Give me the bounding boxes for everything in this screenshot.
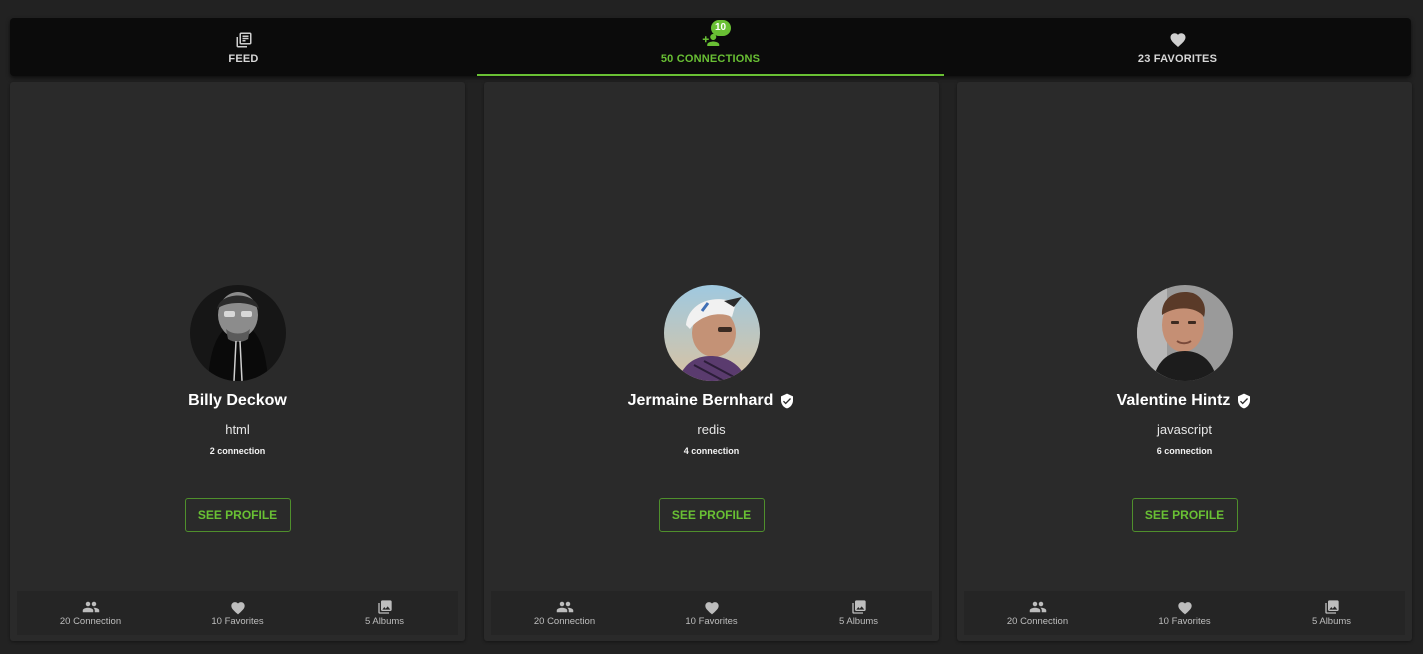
stat-favorites[interactable]: 10 Favorites	[638, 591, 785, 635]
tab-favorites-label: 23 FAVORITES	[1137, 52, 1218, 65]
see-profile-button[interactable]: SEE PROFILE	[658, 498, 765, 532]
stat-label: 20 Connection	[1006, 616, 1069, 627]
connection-card: Billy Deckow html 2 connection SEE PROFI…	[10, 82, 465, 641]
people-icon	[1029, 599, 1047, 615]
connections-icon: 10	[701, 19, 731, 50]
people-icon	[556, 599, 574, 615]
verified-icon	[779, 393, 795, 409]
stat-label: 20 Connection	[59, 616, 122, 627]
tab-feed-label: FEED	[228, 52, 259, 65]
heart-icon	[1168, 30, 1188, 50]
user-connection-count: 4 connection	[683, 446, 740, 456]
user-name: Jermaine Bernhard	[627, 392, 774, 409]
albums-icon	[850, 599, 868, 615]
tab-bar: FEED 10 50 CONNECTIONS 23 FAVORITES	[10, 18, 1411, 76]
stat-albums[interactable]: 5 Albums	[1258, 591, 1405, 635]
stat-label: 20 Connection	[533, 616, 596, 627]
connections-grid: Billy Deckow html 2 connection SEE PROFI…	[10, 82, 1413, 642]
verified-icon	[1236, 393, 1252, 409]
user-skill: javascript	[1157, 422, 1212, 437]
stat-label: 10 Favorites	[685, 616, 738, 627]
connection-card: Valentine Hintz javascript 6 connection …	[957, 82, 1412, 641]
user-connection-count: 2 connection	[209, 446, 266, 456]
stat-label: 5 Albums	[1311, 616, 1352, 627]
user-skill: redis	[697, 422, 726, 437]
user-skill: html	[225, 422, 250, 437]
tab-connections-label: 50 CONNECTIONS	[660, 52, 761, 65]
tab-feed[interactable]: FEED	[10, 18, 477, 76]
avatar[interactable]	[189, 285, 286, 381]
heart-icon	[229, 599, 247, 615]
connections-badge: 10	[710, 19, 731, 36]
stat-label: 5 Albums	[838, 616, 879, 627]
stat-albums[interactable]: 5 Albums	[311, 591, 458, 635]
heart-icon	[1176, 599, 1194, 615]
albums-icon	[1323, 599, 1341, 615]
heart-icon	[703, 599, 721, 615]
stat-connections[interactable]: 20 Connection	[491, 591, 638, 635]
people-icon	[82, 599, 100, 615]
stat-favorites[interactable]: 10 Favorites	[1111, 591, 1258, 635]
stat-label: 10 Favorites	[1158, 616, 1211, 627]
connection-card: Jermaine Bernhard redis 4 connection SEE…	[484, 82, 939, 641]
card-stats: 20 Connection 10 Favorites 5 Albums	[491, 591, 932, 635]
stat-label: 10 Favorites	[211, 616, 264, 627]
user-name: Valentine Hintz	[1116, 392, 1231, 409]
stat-connections[interactable]: 20 Connection	[964, 591, 1111, 635]
stat-connections[interactable]: 20 Connection	[17, 591, 164, 635]
see-profile-button[interactable]: SEE PROFILE	[1131, 498, 1238, 532]
user-connection-count: 6 connection	[1156, 446, 1213, 456]
stat-label: 5 Albums	[364, 616, 405, 627]
stat-albums[interactable]: 5 Albums	[785, 591, 932, 635]
stat-favorites[interactable]: 10 Favorites	[164, 591, 311, 635]
card-stats: 20 Connection 10 Favorites 5 Albums	[17, 591, 458, 635]
avatar[interactable]	[1136, 285, 1233, 381]
avatar[interactable]	[663, 285, 760, 381]
user-name: Billy Deckow	[188, 392, 287, 409]
albums-icon	[376, 599, 394, 615]
card-stats: 20 Connection 10 Favorites 5 Albums	[964, 591, 1405, 635]
feed-icon	[234, 30, 254, 50]
tab-favorites[interactable]: 23 FAVORITES	[944, 18, 1411, 76]
see-profile-button[interactable]: SEE PROFILE	[184, 498, 291, 532]
tab-connections[interactable]: 10 50 CONNECTIONS	[477, 18, 944, 76]
